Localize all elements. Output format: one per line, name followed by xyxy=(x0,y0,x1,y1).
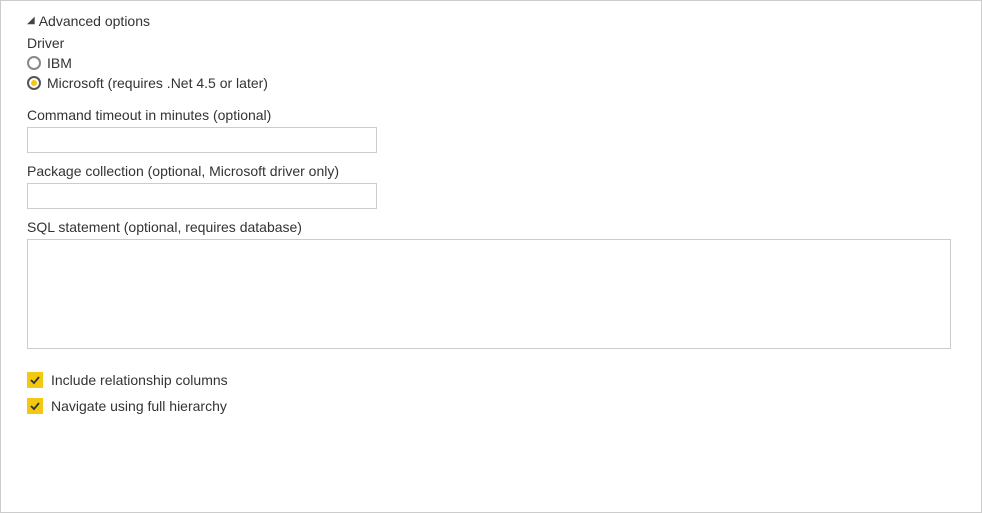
checkmark-icon xyxy=(29,400,41,412)
driver-ibm-label: IBM xyxy=(47,55,72,71)
package-collection-group: Package collection (optional, Microsoft … xyxy=(27,163,955,209)
radio-icon xyxy=(27,76,41,90)
driver-ibm-radio[interactable]: IBM xyxy=(27,55,955,71)
checkbox-icon xyxy=(27,372,43,388)
radio-dot-icon xyxy=(31,80,37,86)
radio-icon xyxy=(27,56,41,70)
driver-microsoft-label: Microsoft (requires .Net 4.5 or later) xyxy=(47,75,268,91)
package-collection-label: Package collection (optional, Microsoft … xyxy=(27,163,955,179)
navigate-hierarchy-checkbox[interactable]: Navigate using full hierarchy xyxy=(27,398,955,414)
navigate-hierarchy-label: Navigate using full hierarchy xyxy=(51,398,227,414)
include-relationship-checkbox[interactable]: Include relationship columns xyxy=(27,372,955,388)
sql-statement-group: SQL statement (optional, requires databa… xyxy=(27,219,955,352)
advanced-options-expander[interactable]: ◢ Advanced options xyxy=(27,13,955,29)
expander-arrow-icon: ◢ xyxy=(27,16,35,26)
sql-statement-label: SQL statement (optional, requires databa… xyxy=(27,219,955,235)
driver-microsoft-radio[interactable]: Microsoft (requires .Net 4.5 or later) xyxy=(27,75,955,91)
include-relationship-label: Include relationship columns xyxy=(51,372,228,388)
timeout-label: Command timeout in minutes (optional) xyxy=(27,107,955,123)
checkmark-icon xyxy=(29,374,41,386)
driver-group: Driver IBM Microsoft (requires .Net 4.5 … xyxy=(27,35,955,91)
timeout-input[interactable] xyxy=(27,127,377,153)
sql-statement-input[interactable] xyxy=(27,239,951,349)
checkbox-icon xyxy=(27,398,43,414)
expander-title: Advanced options xyxy=(39,13,150,29)
package-collection-input[interactable] xyxy=(27,183,377,209)
driver-label: Driver xyxy=(27,35,955,51)
timeout-group: Command timeout in minutes (optional) xyxy=(27,107,955,153)
advanced-options-panel: ◢ Advanced options Driver IBM Microsoft … xyxy=(0,0,982,513)
